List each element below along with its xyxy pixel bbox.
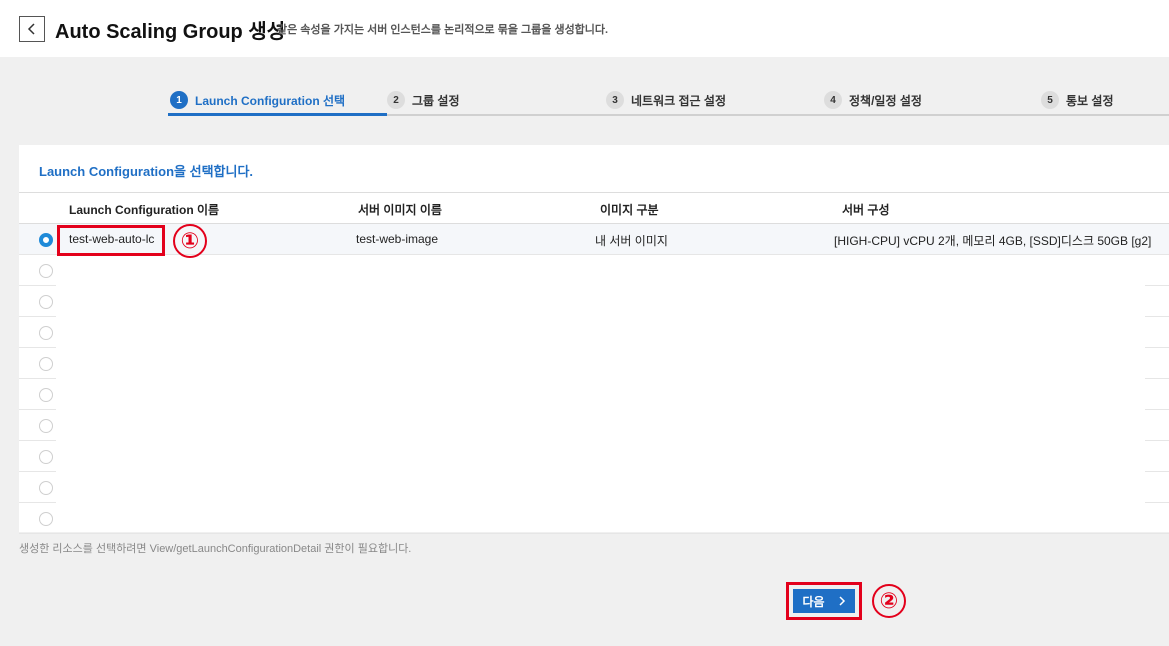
row-radio[interactable] <box>39 481 53 495</box>
step-label: 그룹 설정 <box>412 93 460 108</box>
page-title: Auto Scaling Group 생성 <box>55 21 286 43</box>
step-number: 5 <box>1041 91 1059 109</box>
cell-image-type: 내 서버 이미지 <box>595 234 668 248</box>
column-header-image-type: 이미지 구분 <box>600 203 659 217</box>
column-header-server-spec: 서버 구성 <box>842 203 890 217</box>
step-label: 통보 설정 <box>1066 93 1114 108</box>
row-radio[interactable] <box>39 450 53 464</box>
column-header-image-name: 서버 이미지 이름 <box>358 203 442 217</box>
next-button-label: 다음 <box>802 594 825 609</box>
chevron-right-icon <box>839 596 845 606</box>
row-radio[interactable] <box>39 326 53 340</box>
row-radio[interactable] <box>39 388 53 402</box>
chevron-left-icon <box>27 23 35 35</box>
back-button[interactable] <box>19 16 45 42</box>
permission-note: 생성한 리소스를 선택하려면 View/getLaunchConfigurati… <box>19 543 412 555</box>
step-number: 4 <box>824 91 842 109</box>
step-network-access[interactable]: 3 네트워크 접근 설정 <box>606 86 726 114</box>
column-header-lc-name: Launch Configuration 이름 <box>69 203 220 217</box>
active-step-indicator <box>168 113 387 116</box>
step-notification[interactable]: 5 통보 설정 <box>1041 86 1114 114</box>
step-label: 정책/일정 설정 <box>849 93 922 108</box>
page-description: 같은 속성을 가지는 서버 인스턴스를 논리적으로 묶을 그룹을 생성합니다. <box>277 24 609 36</box>
next-button[interactable]: 다음 <box>793 589 855 613</box>
annotation-highlight-lc-name <box>57 225 165 256</box>
table-header: Launch Configuration 이름 서버 이미지 이름 이미지 구분… <box>19 192 1169 224</box>
row-radio[interactable] <box>39 512 53 526</box>
step-label: Launch Configuration 선택 <box>195 93 346 108</box>
row-radio[interactable] <box>39 233 53 247</box>
page-header: Auto Scaling Group 생성 같은 속성을 가지는 서버 인스턴스… <box>0 0 1169 57</box>
annotation-marker-2: ② <box>872 584 906 618</box>
step-launch-configuration[interactable]: 1 Launch Configuration 선택 <box>170 86 345 114</box>
row-radio[interactable] <box>39 264 53 278</box>
annotation-marker-1: ① <box>173 224 207 258</box>
step-number: 2 <box>387 91 405 109</box>
step-number: 1 <box>170 91 188 109</box>
table-empty-area <box>56 255 1145 532</box>
step-policy-schedule[interactable]: 4 정책/일정 설정 <box>824 86 922 114</box>
step-number: 3 <box>606 91 624 109</box>
annotation-highlight-next: 다음 <box>786 582 862 620</box>
step-group-settings[interactable]: 2 그룹 설정 <box>387 86 460 114</box>
launch-configuration-panel: Launch Configuration을 선택합니다. Launch Conf… <box>19 145 1169 534</box>
wizard-steps: 1 Launch Configuration 선택 2 그룹 설정 3 네트워크… <box>168 82 1169 116</box>
cell-server-spec: [HIGH-CPU] vCPU 2개, 메모리 4GB, [SSD]디스크 50… <box>834 234 1152 248</box>
row-radio[interactable] <box>39 295 53 309</box>
panel-title: Launch Configuration을 선택합니다. <box>39 164 254 179</box>
row-radio[interactable] <box>39 419 53 433</box>
row-radio[interactable] <box>39 357 53 371</box>
cell-image-name: test-web-image <box>356 232 439 246</box>
step-label: 네트워크 접근 설정 <box>631 93 726 108</box>
